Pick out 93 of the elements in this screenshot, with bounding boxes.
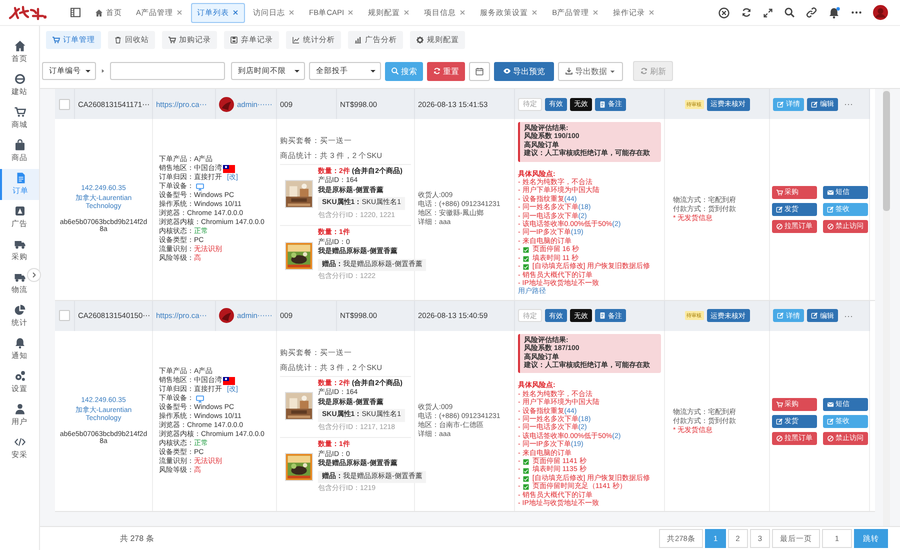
refresh-icon	[640, 67, 648, 75]
edit-icon	[826, 206, 834, 213]
home-icon	[14, 40, 26, 52]
scrollbar[interactable]	[883, 89, 890, 526]
cart-icon	[776, 188, 782, 196]
ban-icon	[776, 434, 782, 442]
gears-icon	[14, 370, 26, 382]
caret-icon	[84, 67, 92, 75]
monitor-icon	[196, 182, 204, 191]
search-icon	[784, 7, 795, 18]
refresh-icon	[433, 67, 441, 75]
cart-icon	[776, 400, 782, 408]
ban-icon	[826, 434, 834, 442]
check-icon	[522, 254, 530, 263]
user-icon	[14, 403, 26, 415]
close-icon	[176, 9, 184, 16]
cart-icon	[168, 36, 176, 44]
edit-icon	[777, 312, 784, 320]
gear-icon	[416, 36, 424, 44]
record-count: 共 278 条	[120, 533, 154, 544]
bag-icon	[14, 139, 26, 151]
ban-icon	[826, 222, 834, 230]
refresh-button[interactable]: 刷新	[633, 61, 673, 81]
check-icon	[522, 475, 530, 484]
check-icon	[522, 466, 530, 475]
avatar	[873, 5, 888, 20]
cart-icon	[52, 36, 60, 44]
close-circle-icon	[718, 6, 730, 18]
close-icon	[592, 9, 600, 16]
sidebar-toggle-icon	[70, 7, 81, 18]
pie-chart-icon	[14, 304, 26, 316]
envelope-icon	[826, 188, 834, 196]
check-icon	[522, 246, 530, 254]
home-icon	[95, 8, 103, 16]
arrow-icon	[100, 68, 106, 74]
more-button[interactable]: ···	[844, 310, 853, 321]
bell-icon	[14, 337, 26, 349]
calendar-icon	[475, 66, 484, 76]
reset-button[interactable]: 重置	[427, 62, 465, 80]
chevron-icon	[30, 271, 38, 279]
edit-icon	[811, 100, 818, 108]
checkbox[interactable]	[59, 98, 70, 110]
close-icon	[531, 9, 538, 16]
avatar	[219, 308, 234, 324]
edit-icon	[776, 206, 782, 213]
refresh-icon	[741, 7, 752, 18]
calendar-button[interactable]	[469, 62, 490, 80]
more-button[interactable]: ···	[844, 99, 853, 109]
edit-icon	[777, 100, 784, 108]
checkbox[interactable]	[59, 310, 70, 322]
caret-icon	[293, 67, 301, 75]
trash-icon	[114, 36, 122, 44]
logo-icon	[7, 4, 49, 22]
close-icon	[459, 9, 466, 16]
code-icon	[14, 436, 26, 448]
close-icon	[347, 9, 354, 16]
cart-icon	[14, 106, 26, 118]
monitor-icon	[196, 394, 204, 403]
eye-icon	[503, 67, 511, 75]
avatar	[219, 96, 234, 112]
edit-icon	[811, 312, 818, 320]
search-field[interactable]	[110, 62, 225, 80]
search-button[interactable]: 搜索	[385, 62, 423, 80]
ban-icon	[776, 222, 782, 230]
flag-icon	[223, 164, 235, 173]
export-button[interactable]: 导出数据	[558, 62, 623, 80]
caret-icon	[369, 67, 377, 75]
close-icon	[648, 9, 656, 16]
truck-icon	[14, 238, 26, 250]
sign-icon	[14, 205, 26, 217]
caret-icon	[609, 68, 616, 74]
search-icon	[391, 67, 399, 75]
edit-icon	[826, 418, 834, 425]
edit-icon	[776, 418, 782, 425]
fullscreen-icon	[763, 8, 773, 18]
bar-chart-icon	[354, 36, 362, 44]
flag-icon	[223, 376, 235, 385]
note-icon	[599, 312, 606, 320]
check-icon	[522, 263, 530, 272]
close-icon	[403, 9, 410, 16]
close-icon	[232, 9, 240, 16]
close-icon	[288, 9, 296, 16]
document-icon	[14, 172, 26, 184]
link-icon	[806, 7, 817, 18]
check-icon	[522, 458, 530, 466]
note-icon	[599, 100, 606, 108]
check-icon	[522, 483, 530, 492]
truck-icon	[14, 271, 26, 283]
download-icon	[565, 67, 573, 75]
line-chart-icon	[292, 36, 300, 44]
bell-icon	[828, 6, 840, 18]
envelope-icon	[826, 400, 834, 408]
export-preview-button[interactable]: 导出预览	[494, 62, 554, 80]
